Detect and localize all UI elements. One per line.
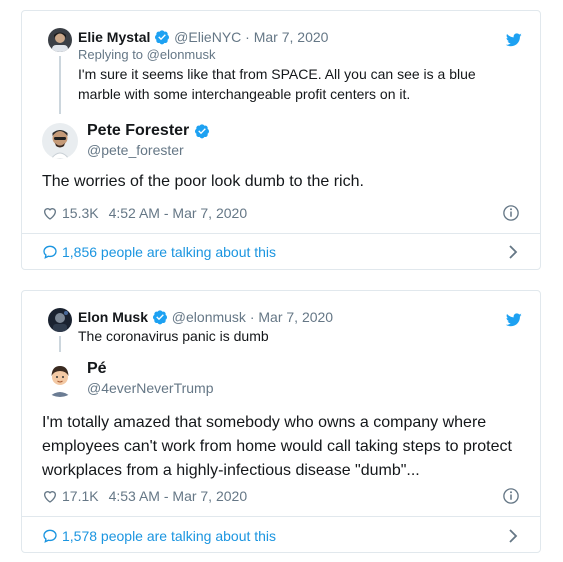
tweet-card[interactable]: Elon Musk @elonmusk · Mar 7, 2020 The co… [21,290,541,553]
tweet-text: I'm totally amazed that somebody who own… [42,414,512,479]
quoted-date: · Mar 7, 2020 [245,309,334,325]
tweet-text: The worries of the poor look dumb to the… [42,173,364,190]
verified-badge-icon [152,310,167,325]
replying-to[interactable]: Replying to @elonmusk [78,46,500,64]
author-name[interactable]: Pé [87,359,107,379]
quoted-tweet[interactable]: Elon Musk @elonmusk · Mar 7, 2020 The co… [48,308,500,348]
talking-link[interactable]: 1,578 people are talking about this [42,526,520,546]
info-icon[interactable] [502,204,520,222]
verified-badge-icon [195,124,210,139]
tweet-timestamp[interactable]: 4:52 AM - Mar 7, 2020 [109,205,248,221]
like-count[interactable]: 17.1K [62,488,99,504]
like-count[interactable]: 15.3K [62,205,99,221]
avatar[interactable] [42,123,78,159]
divider [22,516,540,517]
quoted-author-handle[interactable]: @ElieNYC [174,29,241,45]
quoted-date: · Mar 7, 2020 [241,29,329,45]
heart-icon[interactable] [42,205,58,221]
author-name[interactable]: Pete Forester [87,121,189,141]
avatar[interactable] [48,308,72,332]
author-handle[interactable]: @4everNeverTrump [87,379,214,397]
quoted-author-name[interactable]: Elie Mystal [78,29,150,45]
quoted-author-name[interactable]: Elon Musk [78,309,148,325]
talking-count[interactable]: 1,856 people are talking about this [62,244,276,260]
thread-line [59,336,61,352]
quoted-text: The coronavirus panic is dumb [78,328,269,344]
comment-bubble-icon [43,245,57,259]
chevron-right-icon[interactable] [506,244,520,260]
avatar[interactable] [48,28,72,52]
quoted-text: I'm sure it seems like that from SPACE. … [78,66,476,102]
tweet-card[interactable]: Elie Mystal @ElieNYC · Mar 7, 2020 Reply… [21,10,541,270]
divider [22,233,540,234]
twitter-bird-icon[interactable] [506,33,522,47]
info-icon[interactable] [502,487,520,505]
avatar[interactable] [42,361,78,397]
verified-badge-icon [155,30,170,45]
quoted-tweet[interactable]: Elie Mystal @ElieNYC · Mar 7, 2020 Reply… [48,28,500,104]
twitter-bird-icon[interactable] [506,313,522,327]
talking-link[interactable]: 1,856 people are talking about this [42,242,520,262]
tweet-timestamp[interactable]: 4:53 AM - Mar 7, 2020 [109,488,248,504]
chevron-right-icon[interactable] [506,528,520,544]
quoted-author-handle[interactable]: @elonmusk [172,309,246,325]
author-handle[interactable]: @pete_forester [87,141,210,159]
thread-line [59,56,61,114]
comment-bubble-icon [43,529,57,543]
heart-icon[interactable] [42,488,58,504]
talking-count[interactable]: 1,578 people are talking about this [62,528,276,544]
